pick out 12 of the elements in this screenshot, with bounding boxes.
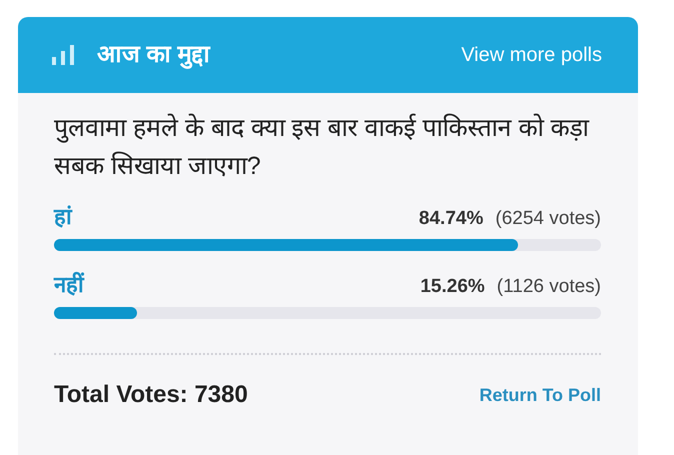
option-percent: 84.74% [418,206,484,230]
bar-chart-icon [51,44,77,66]
poll-question: पुलवामा हमले के बाद क्या इस बार वाकई पाकिस्तान को कड़ा सबक सिखाया जाएगा? [54,112,590,182]
view-more-polls-link[interactable]: View more polls [461,40,602,70]
option-label: नहीं [54,270,84,299]
option-votes: (6254 votes) [495,206,601,230]
option-percent: 15.26% [420,274,485,298]
option-label: हां [54,203,72,231]
return-to-poll-link[interactable]: Return To Poll [479,382,601,408]
total-votes: Total Votes: 7380 [54,380,248,410]
option-votes: (1126 votes) [496,274,601,298]
poll-title: आज का मुद्दा [97,40,210,71]
